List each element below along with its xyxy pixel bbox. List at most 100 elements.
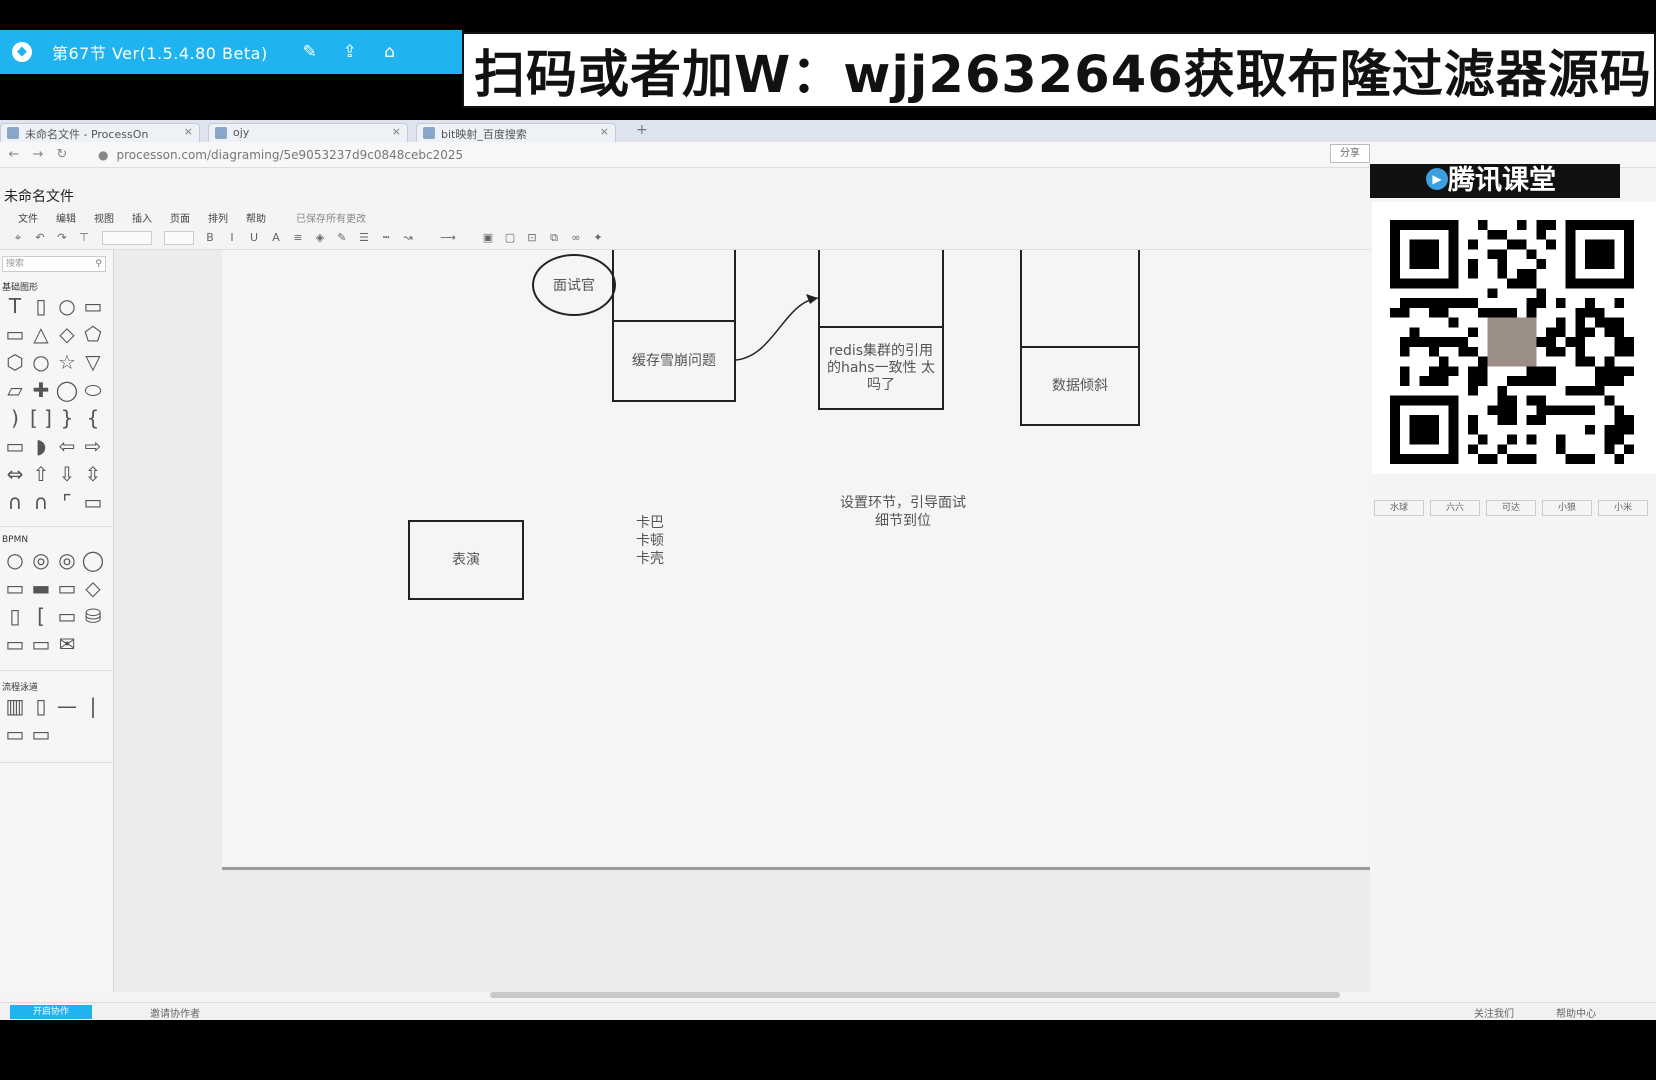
url-field[interactable]: processon.com/diagraming/5e9053237d9c084…: [116, 148, 463, 162]
arch-shape-icon[interactable]: ∩: [28, 489, 54, 515]
menu-edit[interactable]: 编辑: [56, 210, 76, 225]
transaction-icon[interactable]: ▭: [2, 631, 28, 657]
brace-shape-icon[interactable]: }: [54, 405, 80, 431]
frame-shape-icon[interactable]: ▭: [80, 489, 106, 515]
bracket-shape-icon[interactable]: ): [2, 405, 28, 431]
browser-tab-3[interactable]: bit映射_百度搜索 ×: [416, 123, 616, 142]
edit-icon[interactable]: ✎: [299, 41, 321, 63]
redis-hash-consistency-node[interactable]: redis集群的引用的hahs一致性 太吗了: [818, 326, 944, 410]
vertical-separator-icon[interactable]: |: [80, 693, 106, 719]
fill-icon[interactable]: ◈: [310, 231, 330, 244]
redo-icon[interactable]: ↷: [52, 231, 72, 244]
menu-page[interactable]: 页面: [170, 210, 190, 225]
data-store-icon[interactable]: ⛁: [80, 603, 106, 629]
cloud-shape-icon[interactable]: ◯: [54, 377, 80, 403]
circle-shape-icon[interactable]: ○: [54, 293, 80, 319]
performance-node[interactable]: 表演: [408, 520, 524, 600]
new-tab-plus-icon[interactable]: +: [636, 122, 648, 138]
double-arrow-shape-icon[interactable]: ⇔: [2, 461, 28, 487]
stutter-text[interactable]: 卡巴 卡顿 卡壳: [630, 514, 670, 568]
rectangle-shape-icon[interactable]: ▭: [80, 293, 106, 319]
octagon-shape-icon[interactable]: ○: [28, 349, 54, 375]
cross-shape-icon[interactable]: ✚: [28, 377, 54, 403]
data-object-icon[interactable]: ▯: [2, 603, 28, 629]
close-icon[interactable]: ×: [184, 125, 193, 138]
task-icon[interactable]: ▭: [2, 575, 28, 601]
back-arrow-icon[interactable]: ←: [4, 147, 24, 162]
font-size-select[interactable]: [164, 230, 194, 245]
group-icon[interactable]: ⧉: [544, 231, 564, 245]
italic-icon[interactable]: I: [222, 231, 242, 244]
stack-column-2[interactable]: redis集群的引用的hahs一致性 太吗了: [818, 250, 944, 410]
shape-search-input[interactable]: 搜索 ⚲: [2, 256, 106, 272]
group-shape-icon[interactable]: ▭: [54, 603, 80, 629]
horizontal-pool-icon[interactable]: ▭: [2, 721, 28, 747]
ellipse-shape-icon[interactable]: ⬭: [80, 377, 106, 403]
connector-icon[interactable]: ↝: [398, 231, 418, 244]
home-icon[interactable]: ⌂: [379, 41, 401, 63]
intermediate-event-icon[interactable]: ◎: [28, 547, 54, 573]
rounded-rect-shape-icon[interactable]: ▭: [2, 321, 28, 347]
gateway-icon[interactable]: ◇: [80, 575, 106, 601]
left-arrow-shape-icon[interactable]: ⇦: [54, 433, 80, 459]
u-arrow-shape-icon[interactable]: ∩: [2, 489, 28, 515]
stack-column-3[interactable]: 数据倾斜: [1020, 250, 1140, 426]
line-width-icon[interactable]: ☰: [354, 231, 374, 244]
align-icon[interactable]: ≡: [288, 231, 308, 244]
font-color-icon[interactable]: A: [266, 231, 286, 244]
vertical-pool-icon[interactable]: ▥: [2, 693, 28, 719]
share-button[interactable]: 分享: [1330, 144, 1370, 163]
lock-shape-icon[interactable]: ⊡: [522, 231, 542, 244]
forward-arrow-icon[interactable]: →: [28, 147, 48, 162]
clear-format-icon[interactable]: ⊤: [74, 231, 94, 244]
data-skew-node[interactable]: 数据倾斜: [1020, 346, 1140, 426]
diamond-shape-icon[interactable]: ◇: [54, 321, 80, 347]
underline-icon[interactable]: U: [244, 231, 264, 244]
right-arrow-shape-icon[interactable]: ⇨: [80, 433, 106, 459]
updown-arrow-shape-icon[interactable]: ⇳: [80, 461, 106, 487]
front-icon[interactable]: ▣: [478, 231, 498, 244]
start-collab-button[interactable]: 开启协作: [10, 1005, 92, 1019]
horizontal-scrollbar[interactable]: [490, 992, 1340, 998]
font-family-select[interactable]: [102, 230, 152, 245]
invite-collaborator-link[interactable]: 邀请协作者: [150, 1005, 200, 1020]
bracket-pair-shape-icon[interactable]: [ ]: [28, 405, 54, 431]
line-color-icon[interactable]: ✎: [332, 231, 352, 244]
left-brace-shape-icon[interactable]: {: [80, 405, 106, 431]
close-icon[interactable]: ×: [392, 125, 401, 138]
link-icon[interactable]: ∞: [566, 231, 586, 244]
document-title[interactable]: 未命名文件: [4, 186, 74, 206]
start-event-icon[interactable]: ○: [2, 547, 28, 573]
help-center-link[interactable]: 帮助中心: [1556, 1005, 1596, 1020]
wrench-icon[interactable]: ✦: [588, 231, 608, 244]
screen-icon[interactable]: ▭: [28, 631, 54, 657]
share-icon[interactable]: ⇪: [339, 41, 361, 63]
arrow-style-icon[interactable]: ⟶: [420, 231, 476, 244]
menu-view[interactable]: 视图: [94, 210, 114, 225]
horizontal-separator-icon[interactable]: —: [54, 693, 80, 719]
call-activity-icon[interactable]: ▭: [54, 575, 80, 601]
corner-shape-icon[interactable]: ⌜: [54, 489, 80, 515]
message-icon[interactable]: ✉: [54, 631, 80, 657]
shield-shape-icon[interactable]: ◗: [28, 433, 54, 459]
boundary-event-icon[interactable]: ◎: [54, 547, 80, 573]
search-icon[interactable]: ⚲: [95, 257, 102, 271]
star-shape-icon[interactable]: ☆: [54, 349, 80, 375]
text-shape-icon[interactable]: T: [2, 293, 28, 319]
triangle-shape-icon[interactable]: △: [28, 321, 54, 347]
canvas-page[interactable]: 面试官 缓存雪崩问题 redis集群的引用的hahs一致性 太吗了 数据倾斜 表…: [222, 250, 1370, 870]
diagram-canvas[interactable]: 面试官 缓存雪崩问题 redis集群的引用的hahs一致性 太吗了 数据倾斜 表…: [114, 250, 1370, 992]
follow-us-link[interactable]: 关注我们: [1474, 1005, 1514, 1020]
back-icon[interactable]: ▢: [500, 231, 520, 244]
annotation-icon[interactable]: [: [28, 603, 54, 629]
menu-arrange[interactable]: 排列: [208, 210, 228, 225]
line-style-icon[interactable]: ┅: [376, 231, 396, 244]
down-triangle-shape-icon[interactable]: ▽: [80, 349, 106, 375]
image-shape-icon[interactable]: ▯: [28, 293, 54, 319]
setup-text[interactable]: 设置环节，引导面试 细节到位: [818, 494, 988, 530]
menu-help[interactable]: 帮助: [246, 210, 266, 225]
reload-icon[interactable]: ↻: [52, 147, 72, 162]
category-bpmn[interactable]: BPMN: [2, 535, 28, 545]
arrow-connector[interactable]: [734, 290, 824, 370]
pentagon-shape-icon[interactable]: ⬠: [80, 321, 106, 347]
